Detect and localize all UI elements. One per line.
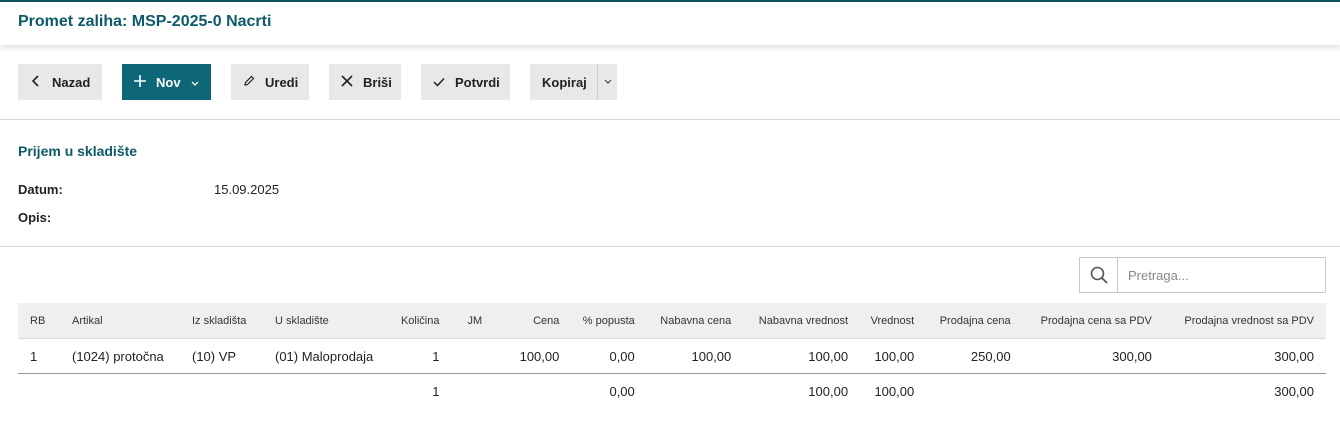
close-icon (339, 74, 355, 90)
cell-nabavna-vrednost: 100,00 (739, 338, 857, 374)
page-title: Promet zaliha: MSP-2025-0 Nacrti (18, 13, 272, 30)
chevron-down-icon (604, 79, 611, 84)
cell-cena: 100,00 (505, 338, 568, 374)
total-cell (267, 374, 387, 409)
date-value: 15.09.2025 (214, 182, 280, 197)
copy-button[interactable]: Kopiraj (530, 64, 617, 100)
col-kolicina[interactable]: Količina (387, 303, 448, 339)
chevron-down-icon[interactable] (191, 75, 199, 90)
col-cena[interactable]: Cena (505, 303, 568, 339)
totals-row: 1 0,00 100,00 100,00 300,00 (18, 374, 1326, 409)
total-cell (1019, 374, 1160, 409)
col-prodajna-cena-pdv[interactable]: Prodajna cena sa PDV (1018, 303, 1160, 339)
total-cell (184, 374, 267, 409)
total-kolicina: 1 (432, 383, 440, 399)
date-label: Datum: (18, 182, 63, 197)
edit-button[interactable]: Uredi (231, 64, 309, 100)
total-cell (506, 374, 568, 409)
back-button[interactable]: Nazad (18, 64, 102, 100)
cell-iz-skladista: (10) VP (184, 338, 267, 374)
total-prodajna-vrednost-pdv: 300,00 (1274, 383, 1314, 399)
total-nabavna-vrednost: 100,00 (808, 383, 849, 399)
cell-jm (447, 338, 506, 374)
cell-popust: 0,00 (567, 338, 643, 374)
section-title: Prijem u skladište (18, 143, 138, 159)
document-header: Prijem u skladište Datum: 15.09.2025 Opi… (0, 120, 1340, 247)
cell-rb: 1 (18, 338, 64, 374)
col-jm[interactable]: JM (447, 303, 506, 339)
chevron-left-icon (28, 74, 44, 90)
total-vrednost: 100,00 (874, 383, 915, 399)
total-cell (922, 374, 1018, 409)
col-rb[interactable]: RB (18, 303, 64, 339)
col-nabavna-vrednost[interactable]: Nabavna vrednost (739, 303, 857, 339)
plus-icon (132, 74, 148, 90)
delete-label: Briši (363, 74, 392, 90)
total-cell (448, 374, 506, 409)
copy-label: Kopiraj (542, 74, 587, 90)
cell-nabavna-cena: 100,00 (642, 338, 740, 374)
confirm-label: Potvrdi (455, 74, 500, 90)
col-artikal[interactable]: Artikal (64, 303, 184, 339)
toolbar: Nazad Nov Uredi Briši Potvrdi Kopiraj (0, 45, 1340, 120)
search-input[interactable] (1118, 258, 1325, 292)
copy-dropdown-toggle[interactable] (597, 64, 617, 100)
search-icon[interactable] (1080, 258, 1118, 292)
cell-kolicina: 1 (387, 338, 448, 374)
col-prodajna-cena[interactable]: Prodajna cena (922, 303, 1019, 339)
edit-label: Uredi (265, 74, 299, 90)
col-nabavna-cena[interactable]: Nabavna cena (642, 303, 740, 339)
items-table: RB Artikal Iz skladišta U skladište Koli… (18, 303, 1326, 408)
col-popust[interactable]: % popusta (567, 303, 643, 339)
description-label: Opis: (18, 210, 52, 225)
total-cell (18, 374, 64, 409)
table-row[interactable]: 1 (1024) protočna (10) VP (01) Maloproda… (18, 338, 1326, 374)
page-header: Promet zaliha: MSP-2025-0 Nacrti (0, 0, 1340, 45)
new-label: Nov (156, 74, 181, 90)
col-prodajna-vrednost-pdv[interactable]: Prodajna vrednost sa PDV (1159, 303, 1326, 339)
cell-prodajna-cena-pdv: 300,00 (1018, 338, 1160, 374)
search-box (1079, 257, 1326, 293)
confirm-button[interactable]: Potvrdi (421, 64, 510, 100)
total-cell (643, 374, 739, 409)
table-header-row: RB Artikal Iz skladišta U skladište Koli… (18, 303, 1326, 339)
cell-vrednost: 100,00 (856, 338, 923, 374)
new-button[interactable]: Nov (122, 64, 211, 100)
back-label: Nazad (52, 74, 91, 90)
total-cell (64, 374, 184, 409)
col-vrednost[interactable]: Vrednost (856, 303, 923, 339)
cell-u-skladiste: (01) Maloprodaja (267, 338, 387, 374)
delete-button[interactable]: Briši (329, 64, 401, 100)
pencil-icon (241, 75, 257, 90)
cell-prodajna-cena: 250,00 (922, 338, 1019, 374)
cell-artikal: (1024) protočna (64, 338, 184, 374)
cell-prodajna-vrednost-pdv: 300,00 (1159, 338, 1326, 374)
col-iz-skladista[interactable]: Iz skladišta (184, 303, 267, 339)
col-u-skladiste[interactable]: U skladište (267, 303, 387, 339)
check-icon (431, 75, 447, 90)
total-popust: 0,00 (609, 383, 635, 399)
